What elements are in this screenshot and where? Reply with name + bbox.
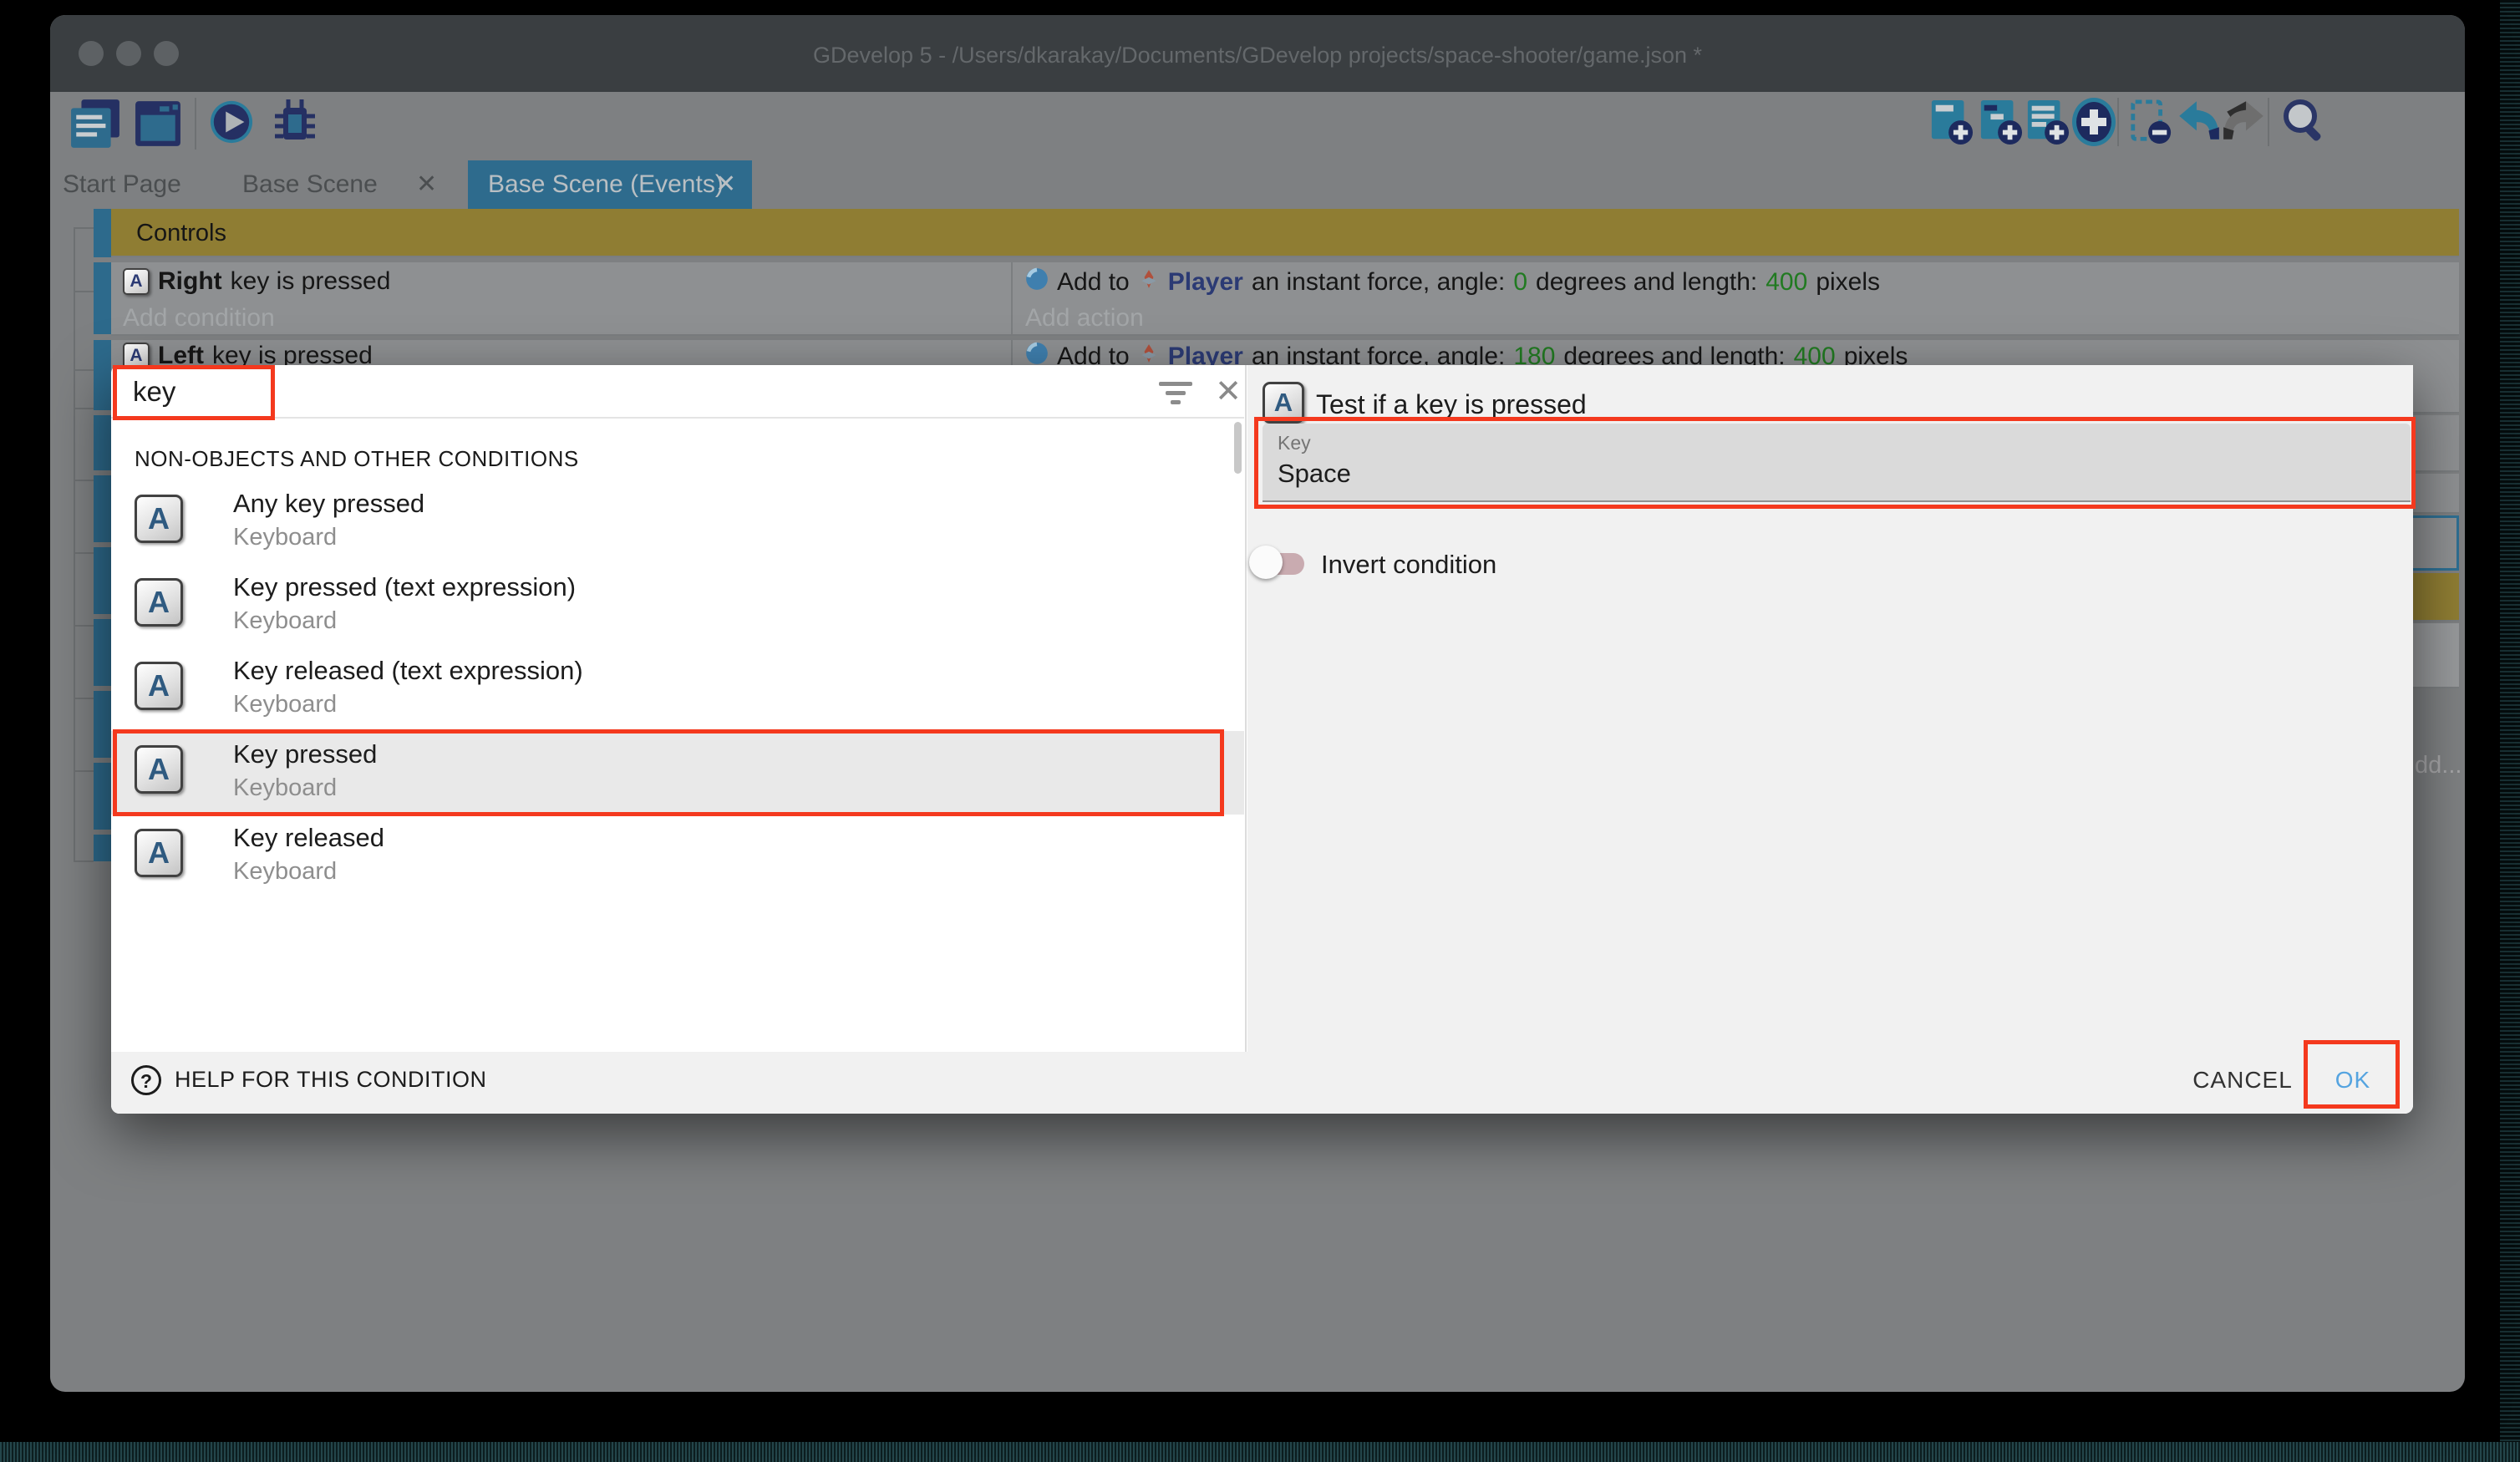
undo-icon[interactable] xyxy=(2174,96,2223,149)
help-link[interactable]: HELP FOR THIS CONDITION xyxy=(175,1067,487,1093)
keyboard-key-icon: A xyxy=(135,495,183,543)
event-indent-bar xyxy=(94,547,111,614)
search-input[interactable] xyxy=(131,372,1092,412)
add-event-icon[interactable] xyxy=(1928,98,1974,150)
event-tree-tick xyxy=(74,291,94,292)
tab-close-icon[interactable]: ✕ xyxy=(715,160,736,209)
desktop-edge-right xyxy=(2500,0,2520,1462)
event-indent-bar xyxy=(94,209,111,257)
keyboard-key-icon: A xyxy=(123,268,150,295)
project-manager-icon[interactable] xyxy=(69,98,121,154)
play-preview-icon[interactable] xyxy=(209,99,254,149)
add-condition-link[interactable]: Add condition xyxy=(123,304,275,333)
event-tree-line xyxy=(74,227,75,862)
list-item[interactable]: A Key released Keyboard xyxy=(111,815,1244,898)
annotation-key-pressed-item xyxy=(113,729,1224,816)
search-icon[interactable] xyxy=(2279,94,2329,150)
event-tree-tick xyxy=(74,770,94,772)
event-indent-bar xyxy=(94,691,111,758)
event-tree-tick xyxy=(74,408,94,409)
screen: GDevelop 5 - /Users/dkarakay/Documents/G… xyxy=(0,0,2520,1462)
add-subevent-icon[interactable] xyxy=(1978,98,2023,150)
event-row[interactable]: A Right key is pressed Add condition Add… xyxy=(111,262,2459,336)
list-section-header: NON-OBJECTS AND OTHER CONDITIONS xyxy=(135,446,579,472)
clear-search-icon[interactable]: ✕ xyxy=(1207,370,1249,414)
window-title: GDevelop 5 - /Users/dkarakay/Documents/G… xyxy=(50,15,2465,92)
desktop-edge-bottom xyxy=(0,1442,2520,1462)
tab-base-scene-events[interactable]: Base Scene (Events) ✕ xyxy=(468,160,752,209)
event-tree-tick xyxy=(74,860,94,862)
list-item[interactable]: A Key pressed (text expression) Keyboard xyxy=(111,564,1244,647)
invert-condition-label: Invert condition xyxy=(1321,550,1496,580)
keyboard-key-icon: A xyxy=(135,829,183,877)
event-tree-tick xyxy=(74,227,94,229)
event-tree-tick xyxy=(74,552,94,554)
toolbar-separator xyxy=(195,98,196,150)
add-icon[interactable] xyxy=(2070,96,2117,152)
event-indent-bar xyxy=(94,415,111,470)
event-tree-tick xyxy=(74,698,94,699)
toolbar-separator xyxy=(2268,98,2269,146)
condition-search-bar: ✕ xyxy=(111,365,1244,419)
add-comment-icon[interactable] xyxy=(2025,98,2070,150)
event-indent-bar xyxy=(94,475,111,542)
comment-text: Controls xyxy=(136,209,226,257)
help-icon[interactable]: ? xyxy=(131,1065,161,1095)
annotation-key-field xyxy=(1254,417,2416,509)
event-tree-tick xyxy=(74,369,94,371)
toggle-knob[interactable] xyxy=(1249,546,1283,579)
condition-title: Test if a key is pressed xyxy=(1316,389,1587,420)
tab-start-page[interactable]: Start Page xyxy=(63,160,181,209)
add-action-link[interactable]: Add action xyxy=(1025,304,1144,333)
annotation-search-box xyxy=(113,365,275,420)
scene-editor-icon[interactable] xyxy=(134,99,182,152)
event-tree-tick xyxy=(74,625,94,627)
event-indent-bar xyxy=(94,262,111,334)
filter-icon[interactable] xyxy=(1157,382,1194,405)
event-indent-bar xyxy=(94,835,111,861)
tab-close-icon[interactable]: ✕ xyxy=(416,160,437,209)
redo-icon[interactable] xyxy=(2220,96,2269,149)
condition-action-divider xyxy=(1011,262,1013,334)
condition-text[interactable]: A Right key is pressed xyxy=(123,267,390,296)
event-indent-bar xyxy=(94,340,111,410)
list-item[interactable]: A Key released (text expression) Keyboar… xyxy=(111,647,1244,731)
keyboard-key-icon: A xyxy=(135,578,183,627)
event-tree-tick xyxy=(74,480,94,481)
condition-editor-dialog: ✕ NON-OBJECTS AND OTHER CONDITIONS A Any… xyxy=(111,365,2413,1114)
tab-base-scene[interactable]: Base Scene xyxy=(242,160,378,209)
tabbar: Start Page Base Scene ✕ Base Scene (Even… xyxy=(50,160,2465,209)
action-text[interactable]: Add to Player an instant force, angle: 0… xyxy=(1025,267,1880,297)
force-icon xyxy=(1025,267,1049,297)
player-object-icon xyxy=(1138,268,1160,297)
list-item[interactable]: A Any key pressed Keyboard xyxy=(111,480,1244,564)
list-scrollbar[interactable] xyxy=(1234,422,1242,474)
panel-divider xyxy=(1245,365,1247,1052)
event-indent-bar xyxy=(94,763,111,830)
debug-icon[interactable] xyxy=(270,98,320,152)
delete-event-icon[interactable] xyxy=(2128,98,2173,150)
toolbar-separator xyxy=(2117,98,2119,146)
titlebar: GDevelop 5 - /Users/dkarakay/Documents/G… xyxy=(50,15,2465,92)
keyboard-key-icon: A xyxy=(135,662,183,710)
truncated-add-link: dd... xyxy=(2415,752,2462,779)
annotation-ok-button xyxy=(2304,1040,2400,1109)
event-indent-bar xyxy=(94,619,111,686)
cancel-button[interactable]: CANCEL xyxy=(2188,1064,2297,1097)
comment-row[interactable]: Controls xyxy=(111,209,2459,257)
